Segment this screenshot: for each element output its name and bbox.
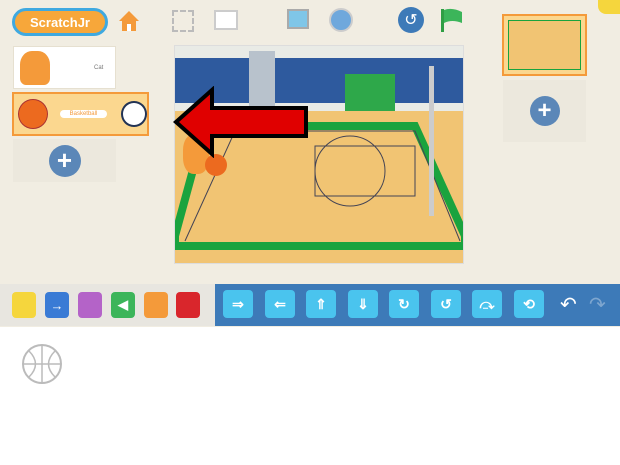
category-end[interactable] [176,292,200,318]
block-turn-left[interactable]: ↺ [431,290,461,318]
plus-icon: + [529,96,560,126]
block-move-down[interactable]: ⇓ [348,290,378,318]
scratchjr-logo: ScratchJr [12,8,108,36]
fullscreen-button[interactable] [172,10,194,32]
sprite-basketball[interactable]: Basketball [12,92,149,136]
undo-button[interactable]: ↶ [560,292,577,317]
green-flag-icon [441,8,462,32]
change-background-button[interactable] [287,9,309,29]
reset-icon: ↺ [404,12,418,29]
basketball-watermark-icon [22,344,62,384]
add-page-button[interactable]: + [503,80,586,142]
block-palette: ⇒ ⇐ ⇑ ⇓ ↻ ↺ ⤼ ⟲ ↶ ↷ [215,284,620,326]
block-move-up[interactable]: ⇑ [306,290,336,318]
red-arrow-annotation [172,86,308,158]
redo-button[interactable]: ↷ [589,292,606,317]
script-area[interactable] [0,327,620,465]
presentation-button[interactable] [214,10,238,30]
sprite-name: Cat [94,64,104,71]
basketball-hoop [429,66,434,216]
home-icon [119,11,139,31]
green-flag-button[interactable] [438,7,464,33]
block-move-right[interactable]: ⇒ [223,290,253,318]
block-move-left[interactable]: ⇐ [265,290,295,318]
category-motion[interactable]: → [45,292,69,318]
sprite-cat[interactable]: Cat [13,46,116,89]
reset-button[interactable]: ↺ [398,7,424,33]
cat-thumbnail [20,50,50,85]
basketball-thumbnail [18,99,48,129]
sprite-name: Basketball [59,110,108,118]
project-info-tab[interactable] [598,0,620,14]
add-text-button[interactable] [329,8,353,32]
plus-icon: + [48,144,81,177]
category-sound[interactable]: ◀ [111,292,135,318]
block-hop[interactable]: ⤼ [472,290,502,318]
paint-editor-button[interactable] [121,101,147,127]
category-triggering[interactable] [12,292,36,318]
block-turn-right[interactable]: ↻ [389,290,419,318]
block-go-home[interactable]: ⟲ [514,290,544,318]
home-button[interactable] [116,8,142,34]
add-sprite-button[interactable]: + [13,139,116,182]
category-control[interactable] [144,292,168,318]
category-looks[interactable] [78,292,102,318]
page-thumbnail-1[interactable] [502,14,587,76]
